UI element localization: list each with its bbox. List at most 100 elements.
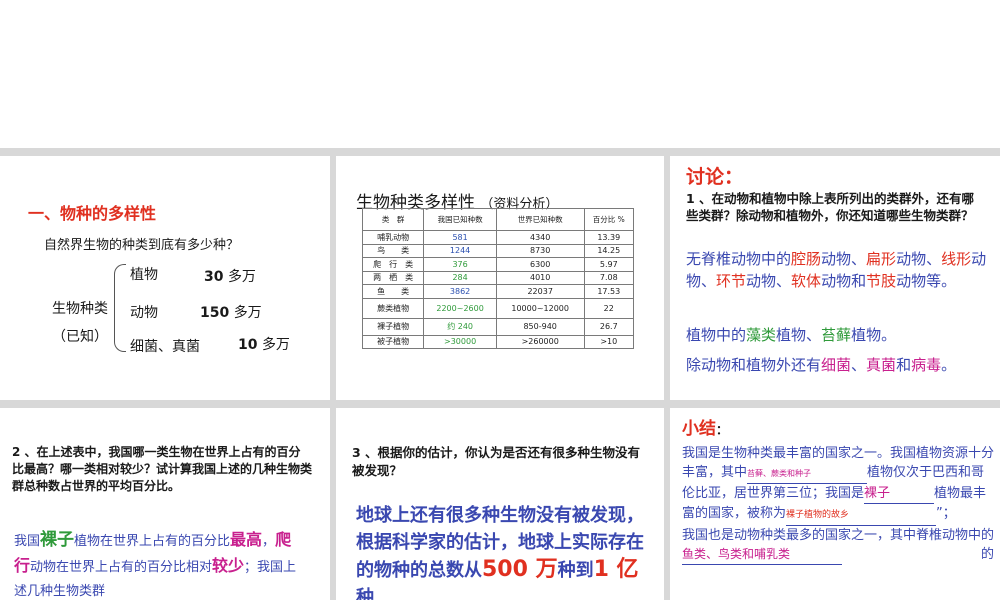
cell: 17.53 (583, 284, 635, 299)
cell: 7.08 (583, 270, 635, 285)
text-span: 除动物和植物外还有 (686, 356, 822, 374)
slide-species-diversity[interactable]: 一、物种的多样性 自然界生物的种类到底有多少种？ 生物种类 （已知） 植物 30… (0, 156, 330, 400)
cell: 2200~2600 (423, 297, 497, 319)
keyword: 苔藓 (821, 326, 852, 344)
cell: 284 (423, 270, 497, 285)
col-percent-header: 百分比 % (583, 208, 635, 231)
row-animal-value: 150 (200, 305, 230, 321)
cell: 蕨类植物 (361, 297, 425, 319)
cell: 被子植物 (361, 334, 425, 349)
text-span: 种到 (557, 560, 594, 581)
slide-summary[interactable]: 小结： 我国是生物种类最丰富的国家之一。我国植物资源十分丰富，其中苔藓、蕨类和种… (670, 408, 1000, 600)
row-plant-value: 30 (204, 269, 224, 285)
cell: 581 (423, 230, 497, 245)
cell: >10 (583, 334, 635, 349)
cell: 裸子植物 (361, 317, 425, 336)
cell: 22037 (495, 284, 585, 299)
keyword: 线形 (941, 250, 972, 268)
slide-question-2[interactable]: 2 、在上述表中，我国哪一类生物在世界上占有的百分比最高？哪一类相对较少？试计算… (0, 408, 330, 600)
keyword: 软体 (791, 272, 822, 290)
slide-answer: 地球上还有很多种生物没有被发现，根据科学家的估计，地球上实际存在的物种的总数从5… (356, 502, 646, 600)
keyword: 腔肠 (791, 250, 822, 268)
text-span: 动物在世界上占有的百分比相对 (30, 560, 213, 575)
text-span: 。 (941, 356, 957, 374)
slide-heading: 讨论： (686, 166, 744, 188)
table-row: 哺乳动物 581 4340 13.39 (361, 230, 635, 245)
slide-heading: 小结 (682, 419, 716, 439)
slide-discussion[interactable]: 讨论： 1 、在动物和植物中除上表所列出的类群外，还有哪些类群？除动物和植物外，… (670, 156, 1000, 400)
slide-question-3[interactable]: 3 、根据你的估计，你认为是否还有很多种生物没有被发现？ 地球上还有很多种生物没… (336, 408, 664, 600)
text-span: 动物等。 (896, 272, 957, 290)
cell: >30000 (423, 334, 497, 349)
cell: 鱼 类 (361, 284, 425, 299)
text-span: 植物。 (851, 326, 897, 344)
col-china-header: 我国已知种数 (423, 208, 497, 231)
text-span: 我国 (14, 534, 41, 549)
keyword: 1 亿 (593, 557, 639, 582)
slide-question: 2 、在上述表中，我国哪一类生物在世界上占有的百分比最高？哪一类相对较少？试计算… (12, 445, 313, 493)
text-span: 植物、 (776, 326, 822, 344)
text-span: 无脊椎动物中的 (686, 250, 792, 268)
text-span: ”； (936, 506, 956, 521)
fill-blank: 裸子 (864, 484, 935, 504)
text-span: 、 (851, 356, 867, 374)
table-row: 爬 行 类 376 6300 5.97 (361, 257, 635, 272)
slide-data-analysis[interactable]: 生物种类多样性 （资料分析） 类 群 我国已知种数 世界已知种数 百分比 % 哺… (336, 156, 664, 400)
table-row: 两 栖 类 284 4010 7.08 (361, 270, 635, 285)
slide-grid: 一、物种的多样性 自然界生物的种类到底有多少种？ 生物种类 （已知） 植物 30… (0, 148, 1000, 600)
row-plant-name: 植物 (130, 267, 158, 283)
table-row: 蕨类植物 2200~2600 10000~12000 22 (361, 297, 635, 319)
keyword: 裸子 (40, 530, 75, 550)
text-span: 种 (356, 587, 374, 600)
keyword: 最高 (230, 530, 263, 549)
text-span: 和 (896, 356, 912, 374)
brace-divider (114, 264, 126, 352)
slide-answer: 我国裸子植物在世界上占有的百分比最高，爬行动物在世界上占有的百分比相对较少；我国… (14, 528, 304, 600)
top-blank-area (0, 0, 1000, 148)
keyword: 真菌 (866, 356, 897, 374)
cell: 鸟 类 (361, 243, 425, 258)
text-span: ， (262, 534, 276, 549)
slide-question: 1 、在动物和植物中除上表所列出的类群外，还有哪些类群？除动物和植物外，你还知道… (686, 191, 975, 223)
cell: 4340 (495, 230, 585, 245)
fill-blank: 裸子植物的故乡 (786, 506, 937, 526)
species-label: 生物种类 (52, 301, 108, 317)
cell: 两 栖 类 (361, 270, 425, 285)
keyword: 病毒 (911, 356, 942, 374)
table-header-row: 类 群 我国已知种数 世界已知种数 百分比 % (361, 208, 635, 231)
text-span: 动物、 (896, 250, 942, 268)
cell: 10000~12000 (495, 297, 585, 319)
slide-question: 自然界生物的种类到底有多少种？ (44, 238, 240, 253)
slide-heading: 一、物种的多样性 (28, 204, 157, 223)
cell: 376 (423, 257, 497, 272)
fill-blank: 鱼类、鸟类和哺乳类 (682, 545, 842, 565)
table-row: 被子植物 >30000 >260000 >10 (361, 334, 635, 349)
species-table: 类 群 我国已知种数 世界已知种数 百分比 % 哺乳动物 581 4340 13.39… (361, 208, 635, 349)
slide-question: 3 、根据你的估计，你认为是否还有很多种生物没有被发现？ (352, 445, 641, 478)
text-span: 的 (980, 547, 994, 562)
table-row: 裸子植物约 240 850-940 26.7 (361, 317, 635, 336)
cell: >260000 (495, 334, 585, 349)
keyword: 500 万 (482, 557, 558, 582)
text-span: 植物在世界上占有的百分比 (74, 534, 231, 549)
cell: 26.7 (583, 317, 635, 336)
row-animal-name: 动物 (130, 305, 158, 321)
cell: 1244 (423, 243, 497, 258)
answer-invertebrates: 无脊椎动物中的腔肠动物、扁形动物、线形动物、环节动物、软体动物和节肢动物等。 (686, 248, 998, 292)
row-animal-unit: 多万 (233, 305, 262, 321)
cell: 13.39 (583, 230, 635, 245)
row-microbe-value: 10 (238, 337, 258, 353)
col-group-header: 类 群 (361, 208, 425, 231)
summary-text: 我国是生物种类最丰富的国家之一。我国植物资源十分丰富，其中苔藓、蕨类和种子 植物仅… (682, 444, 994, 565)
cell: 22 (583, 297, 635, 319)
text-span: 植物中的 (686, 326, 747, 344)
cell: 850-940 (495, 317, 585, 336)
cell: 爬 行 类 (361, 257, 425, 272)
text-span: 动物和 (821, 272, 867, 290)
keyword: 扁形 (866, 250, 897, 268)
keyword: 藻类 (746, 326, 777, 344)
keyword: 环节 (716, 272, 747, 290)
table-row: 鱼 类 3862 22037 17.53 (361, 284, 635, 299)
cell: 3862 (423, 284, 497, 299)
cell: 8730 (495, 243, 585, 258)
